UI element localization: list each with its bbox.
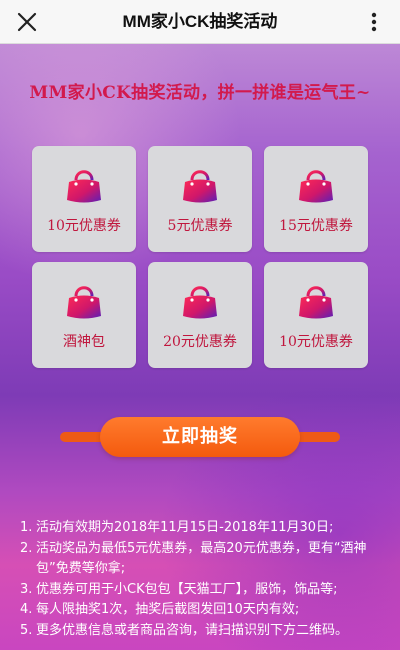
handbag-icon	[299, 286, 333, 319]
handbag-icon	[183, 286, 217, 319]
rule-item: 3. 优惠券可用于小CK包包【天猫工厂】，服饰，饰品等;	[20, 580, 386, 601]
rule-text: 每人限抽奖1次，抽奖后截图发回10天内有效;	[36, 602, 300, 617]
rule-number: 4.	[20, 602, 33, 617]
prize-label: 15元优惠券	[279, 218, 353, 234]
prize-cell[interactable]: 15元优惠券	[264, 146, 368, 252]
close-icon[interactable]	[16, 11, 38, 33]
handbag-icon	[299, 170, 333, 203]
rule-number: 2.	[20, 540, 33, 556]
rule-number: 1.	[20, 520, 33, 535]
handbag-icon	[183, 170, 217, 203]
prize-cell[interactable]: 10元优惠券	[32, 146, 136, 252]
draw-button-group: 立即抽奖	[60, 417, 340, 457]
rule-number: 5.	[20, 622, 33, 638]
page-title: MM家小CK抽奖活动	[122, 12, 278, 31]
rule-item: 2. 活动奖品为最低5元优惠券，最高20元优惠券，更有“酒神包”免费等你拿;	[20, 539, 386, 580]
draw-now-button[interactable]: 立即抽奖	[100, 417, 300, 457]
prize-cell[interactable]: 酒神包	[32, 262, 136, 368]
prize-label: 10元优惠券	[47, 218, 121, 234]
prize-label: 酒神包	[63, 334, 105, 350]
prize-label: 5元优惠券	[167, 218, 233, 234]
rule-item: 1. 活动有效期为2018年11月15日-2018年11月30日;	[20, 518, 386, 539]
prize-label: 20元优惠券	[163, 334, 237, 350]
more-dots-icon[interactable]	[362, 10, 386, 34]
rule-text: 活动奖品为最低5元优惠券，最高20元优惠券，更有“酒神包”免费等你拿;	[36, 540, 367, 577]
rule-text: 更多优惠信息或者商品咨询，请扫描识别下方二维码。	[36, 622, 349, 638]
handbag-icon	[67, 286, 101, 319]
handbag-icon	[67, 170, 101, 203]
rule-text: 活动有效期为2018年11月15日-2018年11月30日;	[36, 520, 334, 535]
prize-cell[interactable]: 5元优惠券	[148, 146, 252, 252]
rule-text: 优惠券可用于小CK包包【天猫工厂】，服饰，饰品等;	[36, 581, 338, 597]
rules-list: 1. 活动有效期为2018年11月15日-2018年11月30日; 2. 活动奖…	[20, 518, 386, 641]
rule-item: 5. 更多优惠信息或者商品咨询，请扫描识别下方二维码。	[20, 621, 386, 642]
rule-item: 4. 每人限抽奖1次，抽奖后截图发回10天内有效;	[20, 600, 386, 621]
promo-headline: MM家小CK抽奖活动，拼一拼谁是运气王~	[29, 83, 371, 103]
prize-cell[interactable]: 10元优惠券	[264, 262, 368, 368]
rule-number: 3.	[20, 581, 33, 597]
navigation-bar: MM家小CK抽奖活动	[0, 0, 400, 44]
promo-page: MM家小CK抽奖活动，拼一拼谁是运气王~ 10元优惠券 5元优惠券 15元优惠券…	[0, 44, 400, 650]
prize-cell[interactable]: 20元优惠券	[148, 262, 252, 368]
prize-label: 10元优惠券	[279, 334, 353, 350]
